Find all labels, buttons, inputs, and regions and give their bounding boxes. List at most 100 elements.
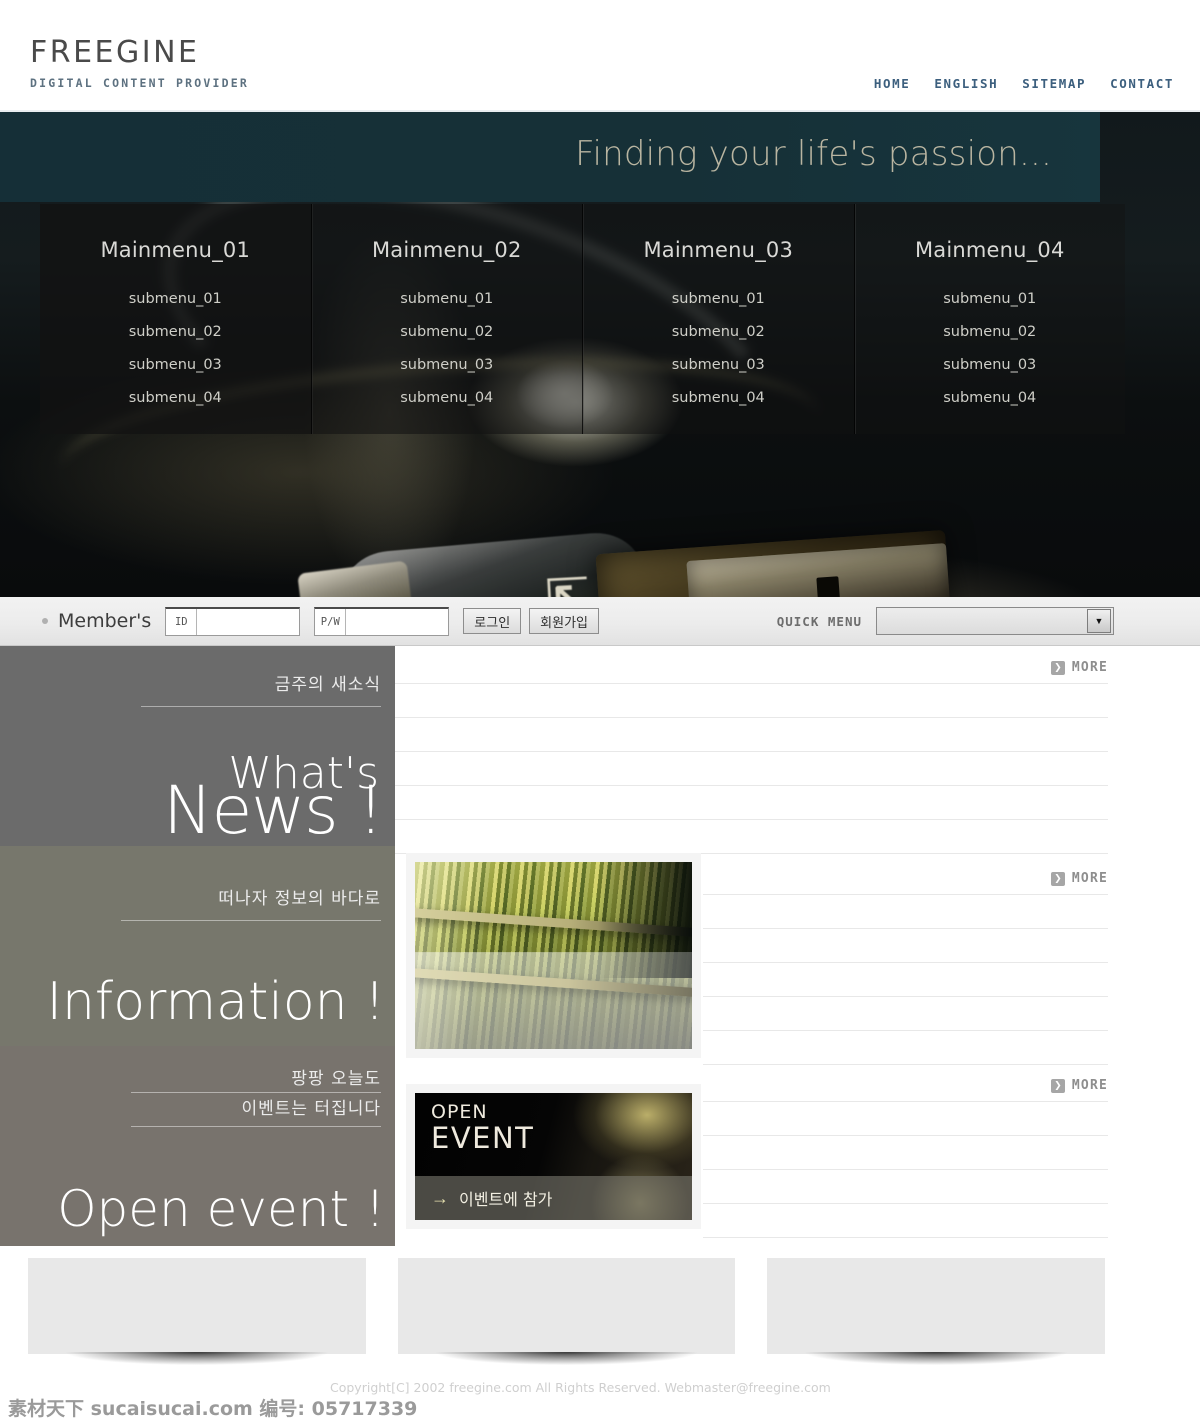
event-title-line1: OPEN (431, 1101, 488, 1123)
submenu-item[interactable]: submenu_02 (583, 324, 854, 340)
page-root: FREEGINE DIGITAL CONTENT PROVIDER HOME E… (0, 0, 1200, 1428)
list-item[interactable] (703, 1204, 1108, 1238)
submenu-item[interactable]: submenu_04 (40, 390, 311, 406)
banner-3[interactable] (767, 1258, 1106, 1366)
list-item[interactable] (703, 997, 1108, 1031)
event-cta-strip[interactable]: → 이벤트에 참가 (415, 1176, 692, 1220)
submenu-item[interactable]: submenu_02 (40, 324, 311, 340)
menu-column-4[interactable]: Mainmenu_04 submenu_01 submenu_02 submen… (854, 204, 1126, 434)
banner-3-image (767, 1258, 1106, 1354)
submenu-item[interactable]: submenu_03 (312, 357, 583, 373)
submenu-item[interactable]: submenu_04 (312, 390, 583, 406)
quick-menu-select[interactable]: ▼ (876, 607, 1114, 635)
chevron-right-icon: ❯ (1050, 871, 1065, 886)
usb-slot-decoration (816, 576, 842, 597)
panel-information-korean: 떠나자 정보의 바다로 (218, 889, 381, 909)
chevron-down-icon[interactable]: ▼ (1087, 609, 1111, 633)
signup-button[interactable]: 회원가입 (529, 608, 600, 634)
list-item[interactable] (395, 752, 1108, 786)
submenu-item[interactable]: submenu_02 (312, 324, 583, 340)
submenu-list-3: submenu_01 submenu_02 submenu_03 submenu… (583, 291, 854, 406)
submenu-item[interactable]: submenu_01 (312, 291, 583, 307)
information-list (703, 894, 1108, 1065)
submenu-item[interactable]: submenu_01 (583, 291, 854, 307)
panel-event-korean-line1: 팡팡 오늘도 (291, 1069, 381, 1089)
panel-event-rule-top (131, 1092, 381, 1093)
submenu-item[interactable]: submenu_02 (855, 324, 1126, 340)
nav-link-english[interactable]: ENGLISH (934, 76, 998, 91)
list-item[interactable] (703, 1101, 1108, 1136)
usb-icon: ⇱ (543, 566, 591, 597)
mainmenu-title-2[interactable]: Mainmenu_02 (312, 238, 583, 262)
news-more-label: MORE (1071, 660, 1108, 675)
submenu-item[interactable]: submenu_03 (40, 357, 311, 373)
list-item[interactable] (395, 718, 1108, 752)
mainmenu-title-4[interactable]: Mainmenu_04 (855, 238, 1126, 262)
quick-menu-label: QUICK MENU (776, 613, 862, 629)
panel-information-title: Information ! (46, 972, 385, 1032)
nav-link-contact[interactable]: CONTACT (1110, 76, 1174, 91)
list-item[interactable] (703, 894, 1108, 929)
site-logo[interactable]: FREEGINE DIGITAL CONTENT PROVIDER (30, 38, 249, 91)
panel-information-rule (121, 920, 381, 921)
nav-link-home[interactable]: HOME (874, 76, 911, 91)
logo-tagline: DIGITAL CONTENT PROVIDER (30, 76, 249, 90)
nav-link-sitemap[interactable]: SITEMAP (1022, 76, 1086, 91)
event-banner-card[interactable]: OPEN EVENT → 이벤트에 참가 (406, 1084, 701, 1229)
information-thumbnail[interactable] (406, 853, 701, 1058)
submenu-item[interactable]: submenu_04 (583, 390, 854, 406)
list-item[interactable] (703, 963, 1108, 997)
panel-news-title-bottom: News ! (163, 772, 384, 846)
banner-2-image (397, 1258, 736, 1354)
banner-2-shadow (397, 1352, 736, 1366)
list-item[interactable] (703, 1136, 1108, 1170)
submenu-item[interactable]: submenu_03 (855, 357, 1126, 373)
mainmenu-title-1[interactable]: Mainmenu_01 (40, 238, 311, 262)
member-login-bar: Member's ID P/W 로그인 회원가입 QUICK MENU ▼ (0, 597, 1200, 646)
panel-event-rule-bottom (131, 1126, 381, 1127)
submenu-item[interactable]: submenu_01 (40, 291, 311, 307)
list-item[interactable] (395, 786, 1108, 820)
panel-news-korean: 금주의 새소식 (274, 675, 381, 695)
event-cta-label: 이벤트에 참가 (459, 1190, 553, 1209)
list-item[interactable] (395, 683, 1108, 718)
usb-cap-decoration (297, 560, 413, 597)
pw-input[interactable] (346, 608, 449, 635)
hero-tagline: Finding your life's passion... (575, 134, 1052, 174)
chevron-right-icon: ❯ (1050, 1078, 1065, 1093)
list-item[interactable] (395, 820, 1108, 854)
menu-column-3[interactable]: Mainmenu_03 submenu_01 submenu_02 submen… (583, 204, 855, 434)
bottom-banner-row (0, 1246, 1200, 1366)
submenu-item[interactable]: submenu_01 (855, 291, 1126, 307)
photo-sheen-decoration (415, 951, 692, 1049)
news-more-button[interactable]: ❯ MORE (1050, 660, 1108, 675)
event-more-label: MORE (1071, 1078, 1108, 1093)
id-field-tag: ID (166, 608, 198, 635)
pw-field-group: P/W (314, 606, 450, 636)
information-more-button[interactable]: ❯ MORE (1050, 871, 1108, 886)
banner-2[interactable] (397, 1258, 736, 1366)
menu-column-1[interactable]: Mainmenu_01 submenu_01 submenu_02 submen… (40, 204, 312, 434)
members-label: Member's (58, 610, 152, 632)
menu-column-2[interactable]: Mainmenu_02 submenu_01 submenu_02 submen… (311, 204, 583, 434)
pw-field-tag: P/W (315, 608, 347, 635)
panel-event-title: Open event ! (57, 1180, 385, 1238)
panel-news-rule (141, 706, 381, 707)
event-more-button[interactable]: ❯ MORE (1050, 1078, 1108, 1093)
submenu-item[interactable]: submenu_04 (855, 390, 1126, 406)
login-button[interactable]: 로그인 (463, 608, 522, 634)
list-item[interactable] (703, 1031, 1108, 1065)
submenu-list-1: submenu_01 submenu_02 submenu_03 submenu… (40, 291, 311, 406)
id-input[interactable] (197, 608, 300, 635)
panel-event-korean-line2: 이벤트는 터집니다 (241, 1099, 381, 1119)
panel-open-event: 팡팡 오늘도 이벤트는 터집니다 Open event ! (0, 1046, 395, 1246)
list-item[interactable] (703, 929, 1108, 963)
banner-1[interactable] (28, 1258, 366, 1366)
event-list (703, 1101, 1108, 1238)
list-item[interactable] (703, 1170, 1108, 1204)
bullet-icon (42, 618, 48, 624)
submenu-list-2: submenu_01 submenu_02 submenu_03 submenu… (312, 291, 583, 406)
copyright-text: Copyright[C] 2002 freegine.com All Right… (330, 1380, 831, 1395)
submenu-item[interactable]: submenu_03 (583, 357, 854, 373)
mainmenu-title-3[interactable]: Mainmenu_03 (583, 238, 854, 262)
